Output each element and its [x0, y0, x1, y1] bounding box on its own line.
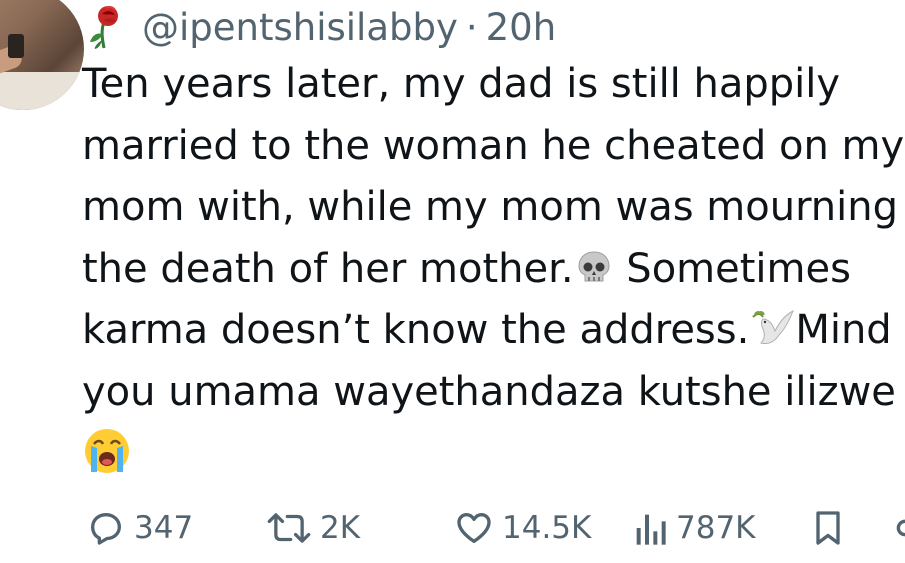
tweet-text: Ten years later, my dad is still happily…: [82, 54, 905, 485]
skull-icon: [578, 250, 610, 281]
heart-icon: [457, 513, 491, 543]
action-bar: 347 2K 14.5K 787K: [86, 504, 905, 552]
crying-face-icon: [85, 429, 129, 473]
tweet-line: married to the woman he cheated on my: [82, 122, 905, 169]
bookmark-icon: [816, 511, 840, 545]
retweet-icon: [267, 513, 311, 543]
tweet-line-part: Sometimes: [613, 245, 851, 292]
tweet-card[interactable]: @ipentshisilabby · 20h Ten years later, …: [0, 0, 905, 563]
tweet-line: mom with, while my mom was mourning: [82, 184, 899, 230]
avatar[interactable]: [0, 0, 84, 110]
avatar-phone: [8, 34, 24, 58]
like-button[interactable]: 14.5K: [454, 504, 591, 552]
tweet-line-part: the death of her mother.: [82, 245, 574, 292]
author-handle[interactable]: @ipentshisilabby: [142, 6, 458, 49]
rose-icon: [90, 5, 118, 49]
share-button[interactable]: [890, 504, 905, 552]
views-icon: [636, 514, 666, 545]
tweet-line: the death of her mother. Sometimes: [82, 239, 905, 301]
retweet-button[interactable]: 2K: [266, 504, 360, 552]
reply-icon: [91, 513, 122, 545]
tweet-line: karma doesn’t know the address. Mind: [82, 300, 905, 362]
views-button[interactable]: 787K: [632, 504, 756, 552]
retweet-count: 2K: [320, 510, 361, 546]
tweet-line: Ten years later, my dad is still happily: [82, 61, 841, 107]
tweet-line: [82, 423, 905, 485]
share-icon: [896, 519, 905, 537]
reply-button[interactable]: 347: [86, 504, 193, 552]
tweet-time[interactable]: 20h: [486, 6, 557, 49]
tweet-line-part: Mind: [795, 307, 892, 353]
views-count: 787K: [676, 510, 756, 546]
avatar-shirt: [0, 72, 84, 110]
tweet-line-part: karma doesn’t know the address.: [82, 307, 750, 353]
bookmark-button[interactable]: [808, 504, 848, 552]
header-separator: ·: [465, 5, 478, 49]
reply-count: 347: [134, 510, 194, 546]
tweet-line: you umama wayethandaza kutshe ilizwe: [82, 368, 896, 415]
tweet-header: @ipentshisilabby · 20h: [82, 4, 556, 50]
like-count: 14.5K: [502, 510, 592, 546]
dove-icon: [752, 309, 795, 344]
